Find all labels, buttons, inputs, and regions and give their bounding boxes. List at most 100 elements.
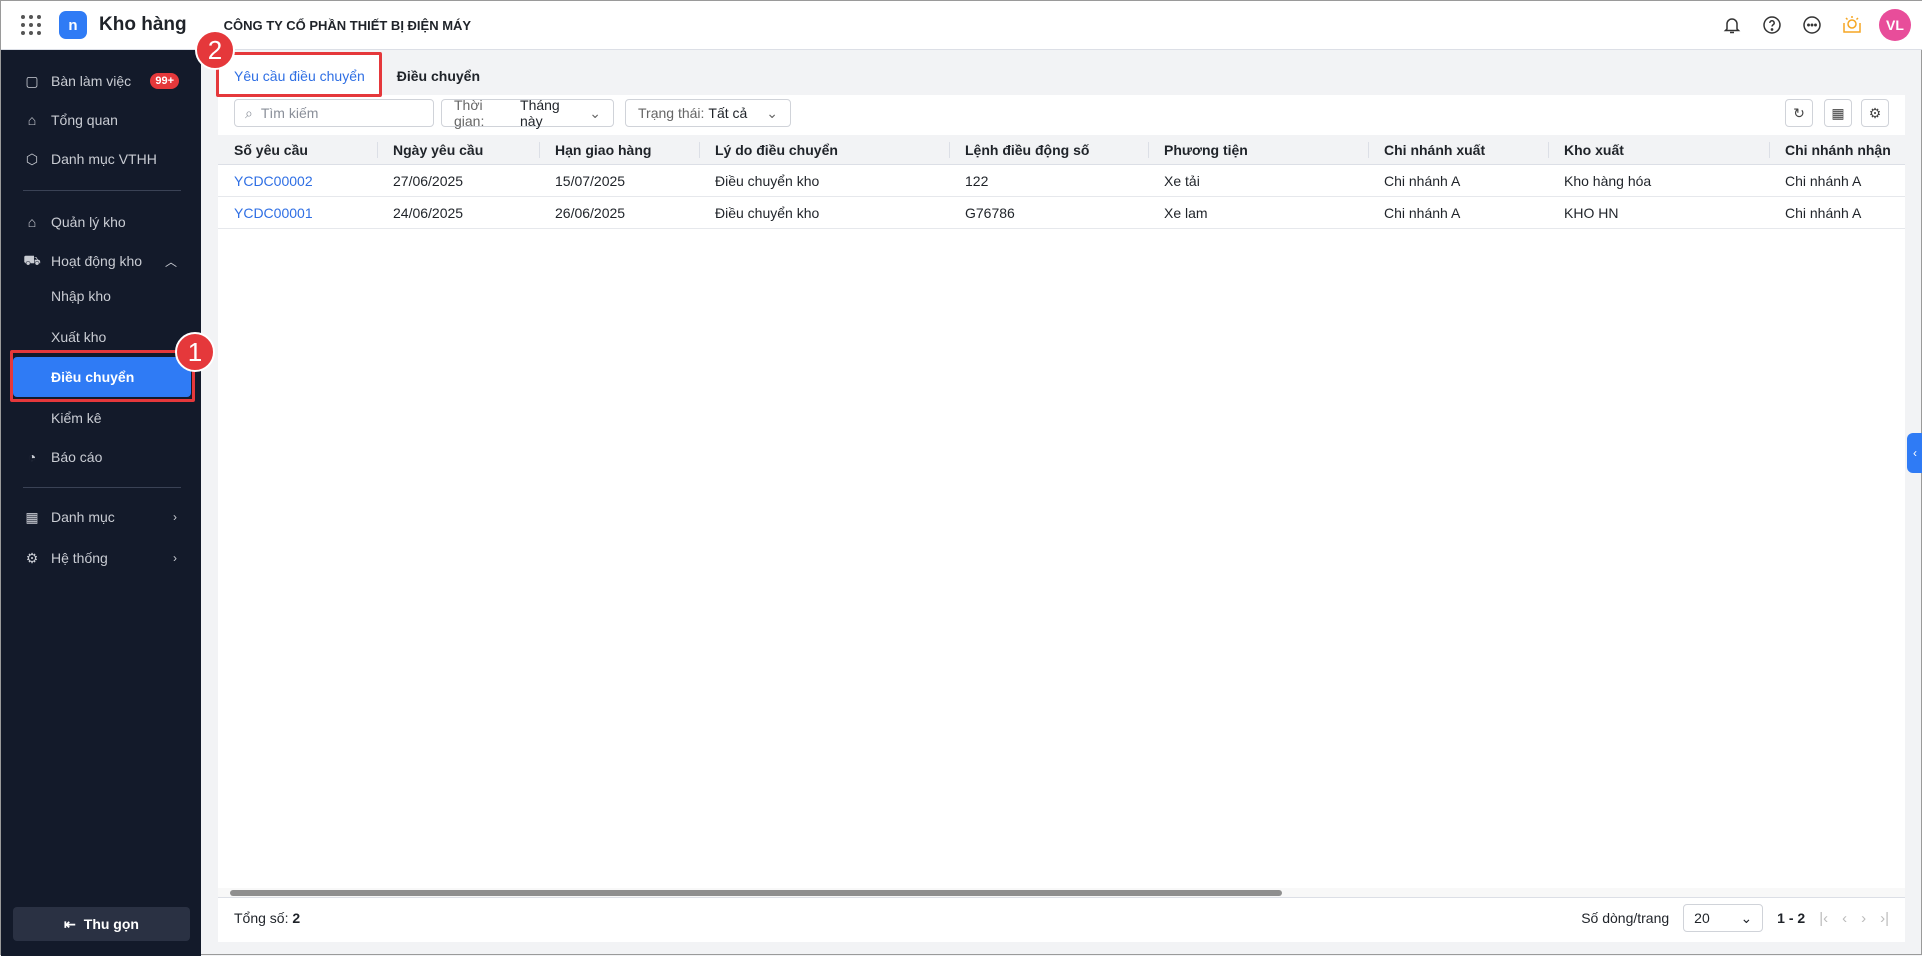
sidebar-item-danh-muc[interactable]: ▦ Danh mục › <box>13 500 191 534</box>
collapse-sidebar-button[interactable]: ⇤ Thu gọn <box>13 907 190 941</box>
collapse-label: Thu gọn <box>83 916 139 932</box>
column-header[interactable]: Chi nhánh nhận <box>1769 135 1905 164</box>
chevron-right-icon: › <box>173 510 177 524</box>
box-icon: ⬡ <box>25 150 39 167</box>
status-filter-label: Trạng thái: <box>638 105 705 121</box>
expand-right-panel-button[interactable]: ‹ <box>1907 433 1922 473</box>
overview-icon: ⌂ <box>27 112 37 128</box>
gear-icon: ⚙ <box>1868 104 1882 121</box>
table-row[interactable]: YCDC00001 24/06/2025 26/06/2025 Điều chu… <box>218 197 1905 229</box>
column-header[interactable]: Phương tiện <box>1148 135 1368 164</box>
chevron-left-icon: ‹ <box>1913 446 1917 460</box>
sidebar-item-quan-ly-kho[interactable]: ⌂ Quản lý kho <box>13 205 191 239</box>
total-count: Tổng số: 2 <box>234 910 300 926</box>
sidebar-item-danh-muc-vthh[interactable]: ⬡ Danh mục VTHH <box>13 142 191 176</box>
time-filter-label: Thời gian: <box>454 97 485 129</box>
help-icon[interactable] <box>1759 12 1785 38</box>
table-footer: Tổng số: 2 Số dòng/trang 20 ⌄ 1 - 2 |‹ ‹ … <box>218 899 1905 937</box>
table-cell: 122 <box>965 172 989 189</box>
bell-icon[interactable] <box>1719 12 1745 38</box>
refresh-button[interactable]: ↻ <box>1785 99 1813 127</box>
rows-per-page-select[interactable]: 20 ⌄ <box>1683 904 1764 932</box>
sidebar-item-xuat-kho[interactable]: Xuất kho <box>13 320 191 354</box>
request-number-link[interactable]: YCDC00002 <box>218 165 377 196</box>
table-cell: Chi nhánh A <box>1785 172 1862 189</box>
toolbar: ⌕ Tìm kiếm Thời gian: Tháng này ⌄ Trạng thá… <box>218 95 1905 135</box>
sidebar-item-nhap-kho[interactable]: Nhập kho <box>13 279 191 313</box>
gear-icon: ⚙ <box>25 549 39 566</box>
sidebar-item-label: Tổng quan <box>51 112 118 128</box>
status-filter-value: Tất cả <box>708 105 748 121</box>
search-icon: ⌕ <box>245 104 253 121</box>
column-header[interactable]: Chi nhánh xuất <box>1368 135 1548 164</box>
column-header[interactable]: Hạn giao hàng <box>539 135 699 164</box>
horizontal-scrollbar[interactable] <box>218 888 1905 898</box>
cart-icon: ⛟ <box>23 251 41 268</box>
search-input[interactable]: ⌕ Tìm kiếm <box>234 99 434 127</box>
sidebar-item-label: Báo cáo <box>51 449 103 465</box>
company-name: CÔNG TY CỔ PHẦN THIẾT BỊ ĐIỆN MÁY <box>223 17 472 33</box>
time-filter[interactable]: Thời gian: Tháng này ⌄ <box>441 97 614 129</box>
sidebar-item-label: Danh mục VTHH <box>51 151 157 167</box>
table-cell: Chi nhánh A <box>1785 204 1862 221</box>
data-table: Số yêu cầu Ngày yêu cầu Hạn giao hàng Lý… <box>218 135 1905 229</box>
table-cell: Chi nhánh A <box>1384 172 1461 189</box>
column-header[interactable]: Ngày yêu cầu <box>377 135 539 164</box>
content-panel: ⌕ Tìm kiếm Thời gian: Tháng này ⌄ Trạng thá… <box>218 95 1905 942</box>
lightbulb-icon[interactable] <box>1839 12 1865 38</box>
column-header[interactable]: Lệnh điều động số <box>949 135 1148 164</box>
sidebar-item-tong-quan[interactable]: ⌂ Tổng quan <box>13 103 191 137</box>
chevron-up-icon: ︿ <box>164 254 177 269</box>
rows-per-page-value: 20 <box>1694 910 1710 926</box>
table-cell: Điều chuyển kho <box>715 204 820 221</box>
sidebar: ▢ Bàn làm việc 99+ ⌂ Tổng quan ⬡ Danh mục VT… <box>1 50 201 956</box>
sidebar-item-label: Kiểm kê <box>51 410 102 426</box>
sidebar-item-kiem-ke[interactable]: Kiểm kê <box>13 401 191 435</box>
column-header[interactable]: Lý do điều chuyển <box>699 135 949 164</box>
sidebar-divider <box>23 487 181 488</box>
prev-page-icon[interactable]: ‹ <box>1842 910 1847 927</box>
avatar[interactable]: VL <box>1879 9 1911 41</box>
column-header[interactable]: Số yêu cầu <box>218 135 377 164</box>
sidebar-item-label: Hoạt động kho <box>51 253 143 269</box>
sidebar-item-label: Danh mục <box>51 509 115 525</box>
table-cell: 24/06/2025 <box>393 204 464 221</box>
sidebar-item-label: Quản lý kho <box>51 214 126 230</box>
chevron-down-icon: ⌄ <box>589 104 601 121</box>
pagination: Số dòng/trang 20 ⌄ 1 - 2 |‹ ‹ › ›| <box>1581 904 1889 932</box>
status-filter[interactable]: Trạng thái: Tất cả ⌄ <box>625 99 791 127</box>
next-page-icon[interactable]: › <box>1861 910 1866 927</box>
app-launcher-icon[interactable] <box>21 15 41 35</box>
column-header[interactable]: Kho xuất <box>1548 135 1769 164</box>
table-row[interactable]: YCDC00002 27/06/2025 15/07/2025 Điều chu… <box>218 165 1905 197</box>
settings-button[interactable]: ⚙ <box>1861 99 1889 127</box>
table-cell: 27/06/2025 <box>393 172 464 189</box>
first-page-icon[interactable]: |‹ <box>1819 910 1828 927</box>
sidebar-item-ban-lam-viec[interactable]: ▢ Bàn làm việc 99+ <box>13 64 191 98</box>
pie-chart-icon: ◔ <box>27 449 37 465</box>
sidebar-item-label: Bàn làm việc <box>51 73 132 89</box>
sidebar-item-hoat-dong-kho[interactable]: ⛟ Hoạt động kho ︿ <box>13 244 191 278</box>
table-cell: 15/07/2025 <box>555 172 626 189</box>
grid-icon: ▦ <box>25 508 39 525</box>
request-number-link[interactable]: YCDC00001 <box>218 197 377 228</box>
tab-dieu-chuyen[interactable]: Điều chuyển <box>381 54 496 97</box>
annotation-marker-1: 1 <box>175 332 215 372</box>
sidebar-item-he-thong[interactable]: ⚙ Hệ thống › <box>13 541 191 575</box>
export-button[interactable]: ▦ <box>1824 99 1852 127</box>
search-placeholder: Tìm kiếm <box>260 105 319 121</box>
rows-per-page-label: Số dòng/trang <box>1581 910 1670 926</box>
sidebar-divider <box>23 190 181 191</box>
app-logo-icon: n <box>59 11 87 39</box>
chevron-right-icon: › <box>173 551 177 565</box>
table-cell: Điều chuyển kho <box>715 172 820 189</box>
last-page-icon[interactable]: ›| <box>1880 910 1889 927</box>
sidebar-item-bao-cao[interactable]: ◔ Báo cáo <box>13 440 191 474</box>
sidebar-item-label: Hệ thống <box>51 550 108 566</box>
annotation-marker-2: 2 <box>195 30 235 70</box>
scrollbar-thumb[interactable] <box>230 890 1282 896</box>
notification-badge: 99+ <box>150 73 179 89</box>
table-cell: Kho hàng hóa <box>1564 172 1652 189</box>
more-icon[interactable] <box>1799 12 1825 38</box>
chevron-down-icon: ⌄ <box>1740 909 1753 926</box>
